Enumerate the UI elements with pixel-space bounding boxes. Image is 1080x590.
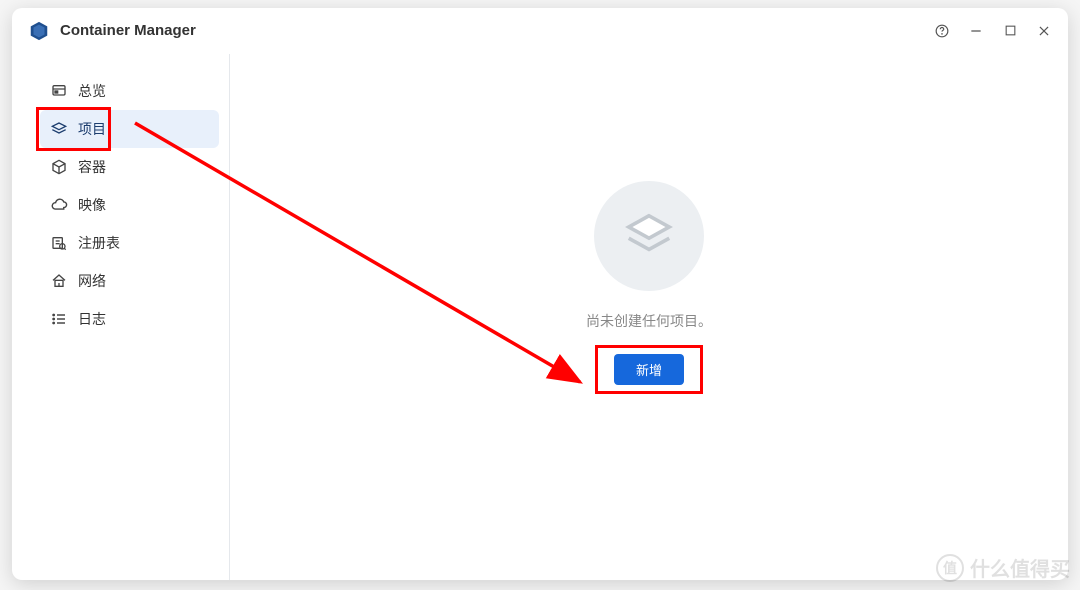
- sidebar-item-overview[interactable]: 总览: [40, 72, 219, 110]
- help-button[interactable]: [934, 23, 950, 39]
- cube-icon: [50, 158, 68, 176]
- watermark-badge: 值: [936, 554, 964, 582]
- sidebar-item-label: 总览: [78, 81, 106, 101]
- cloud-icon: [50, 196, 68, 214]
- log-icon: [50, 310, 68, 328]
- watermark-text: 什么值得买: [970, 553, 1070, 582]
- titlebar: Container Manager: [12, 8, 1068, 54]
- network-icon: [50, 272, 68, 290]
- app-title: Container Manager: [60, 22, 196, 39]
- new-button[interactable]: 新增: [614, 354, 684, 385]
- sidebar-item-image[interactable]: 映像: [40, 186, 219, 224]
- empty-state: 尚未创建任何项目。 新增: [586, 181, 712, 394]
- dashboard-icon: [50, 82, 68, 100]
- watermark: 值 什么值得买: [936, 553, 1070, 582]
- empty-state-icon: [594, 181, 704, 291]
- main-content: 尚未创建任何项目。 新增: [230, 54, 1068, 580]
- window-body: 总览 项目 容器 映像: [12, 54, 1068, 580]
- sidebar-item-project[interactable]: 项目: [40, 110, 219, 148]
- layers-icon: [50, 120, 68, 138]
- sidebar-item-label: 映像: [78, 195, 106, 215]
- window-controls: [934, 23, 1052, 39]
- minimize-button[interactable]: [968, 23, 984, 39]
- sidebar-item-network[interactable]: 网络: [40, 262, 219, 300]
- app-window: Container Manager 总览: [12, 8, 1068, 580]
- maximize-button[interactable]: [1002, 23, 1018, 39]
- sidebar-item-registry[interactable]: 注册表: [40, 224, 219, 262]
- sidebar-item-label: 注册表: [78, 233, 120, 253]
- sidebar: 总览 项目 容器 映像: [12, 54, 230, 580]
- sidebar-item-log[interactable]: 日志: [40, 300, 219, 338]
- sidebar-item-label: 项目: [78, 119, 106, 139]
- sidebar-item-label: 日志: [78, 309, 106, 329]
- sidebar-item-label: 容器: [78, 157, 106, 177]
- empty-state-message: 尚未创建任何项目。: [586, 311, 712, 331]
- close-button[interactable]: [1036, 23, 1052, 39]
- app-logo-icon: [28, 20, 50, 42]
- sidebar-item-container[interactable]: 容器: [40, 148, 219, 186]
- annotation-highlight-button: 新增: [595, 345, 703, 394]
- sidebar-item-label: 网络: [78, 271, 106, 291]
- registry-icon: [50, 234, 68, 252]
